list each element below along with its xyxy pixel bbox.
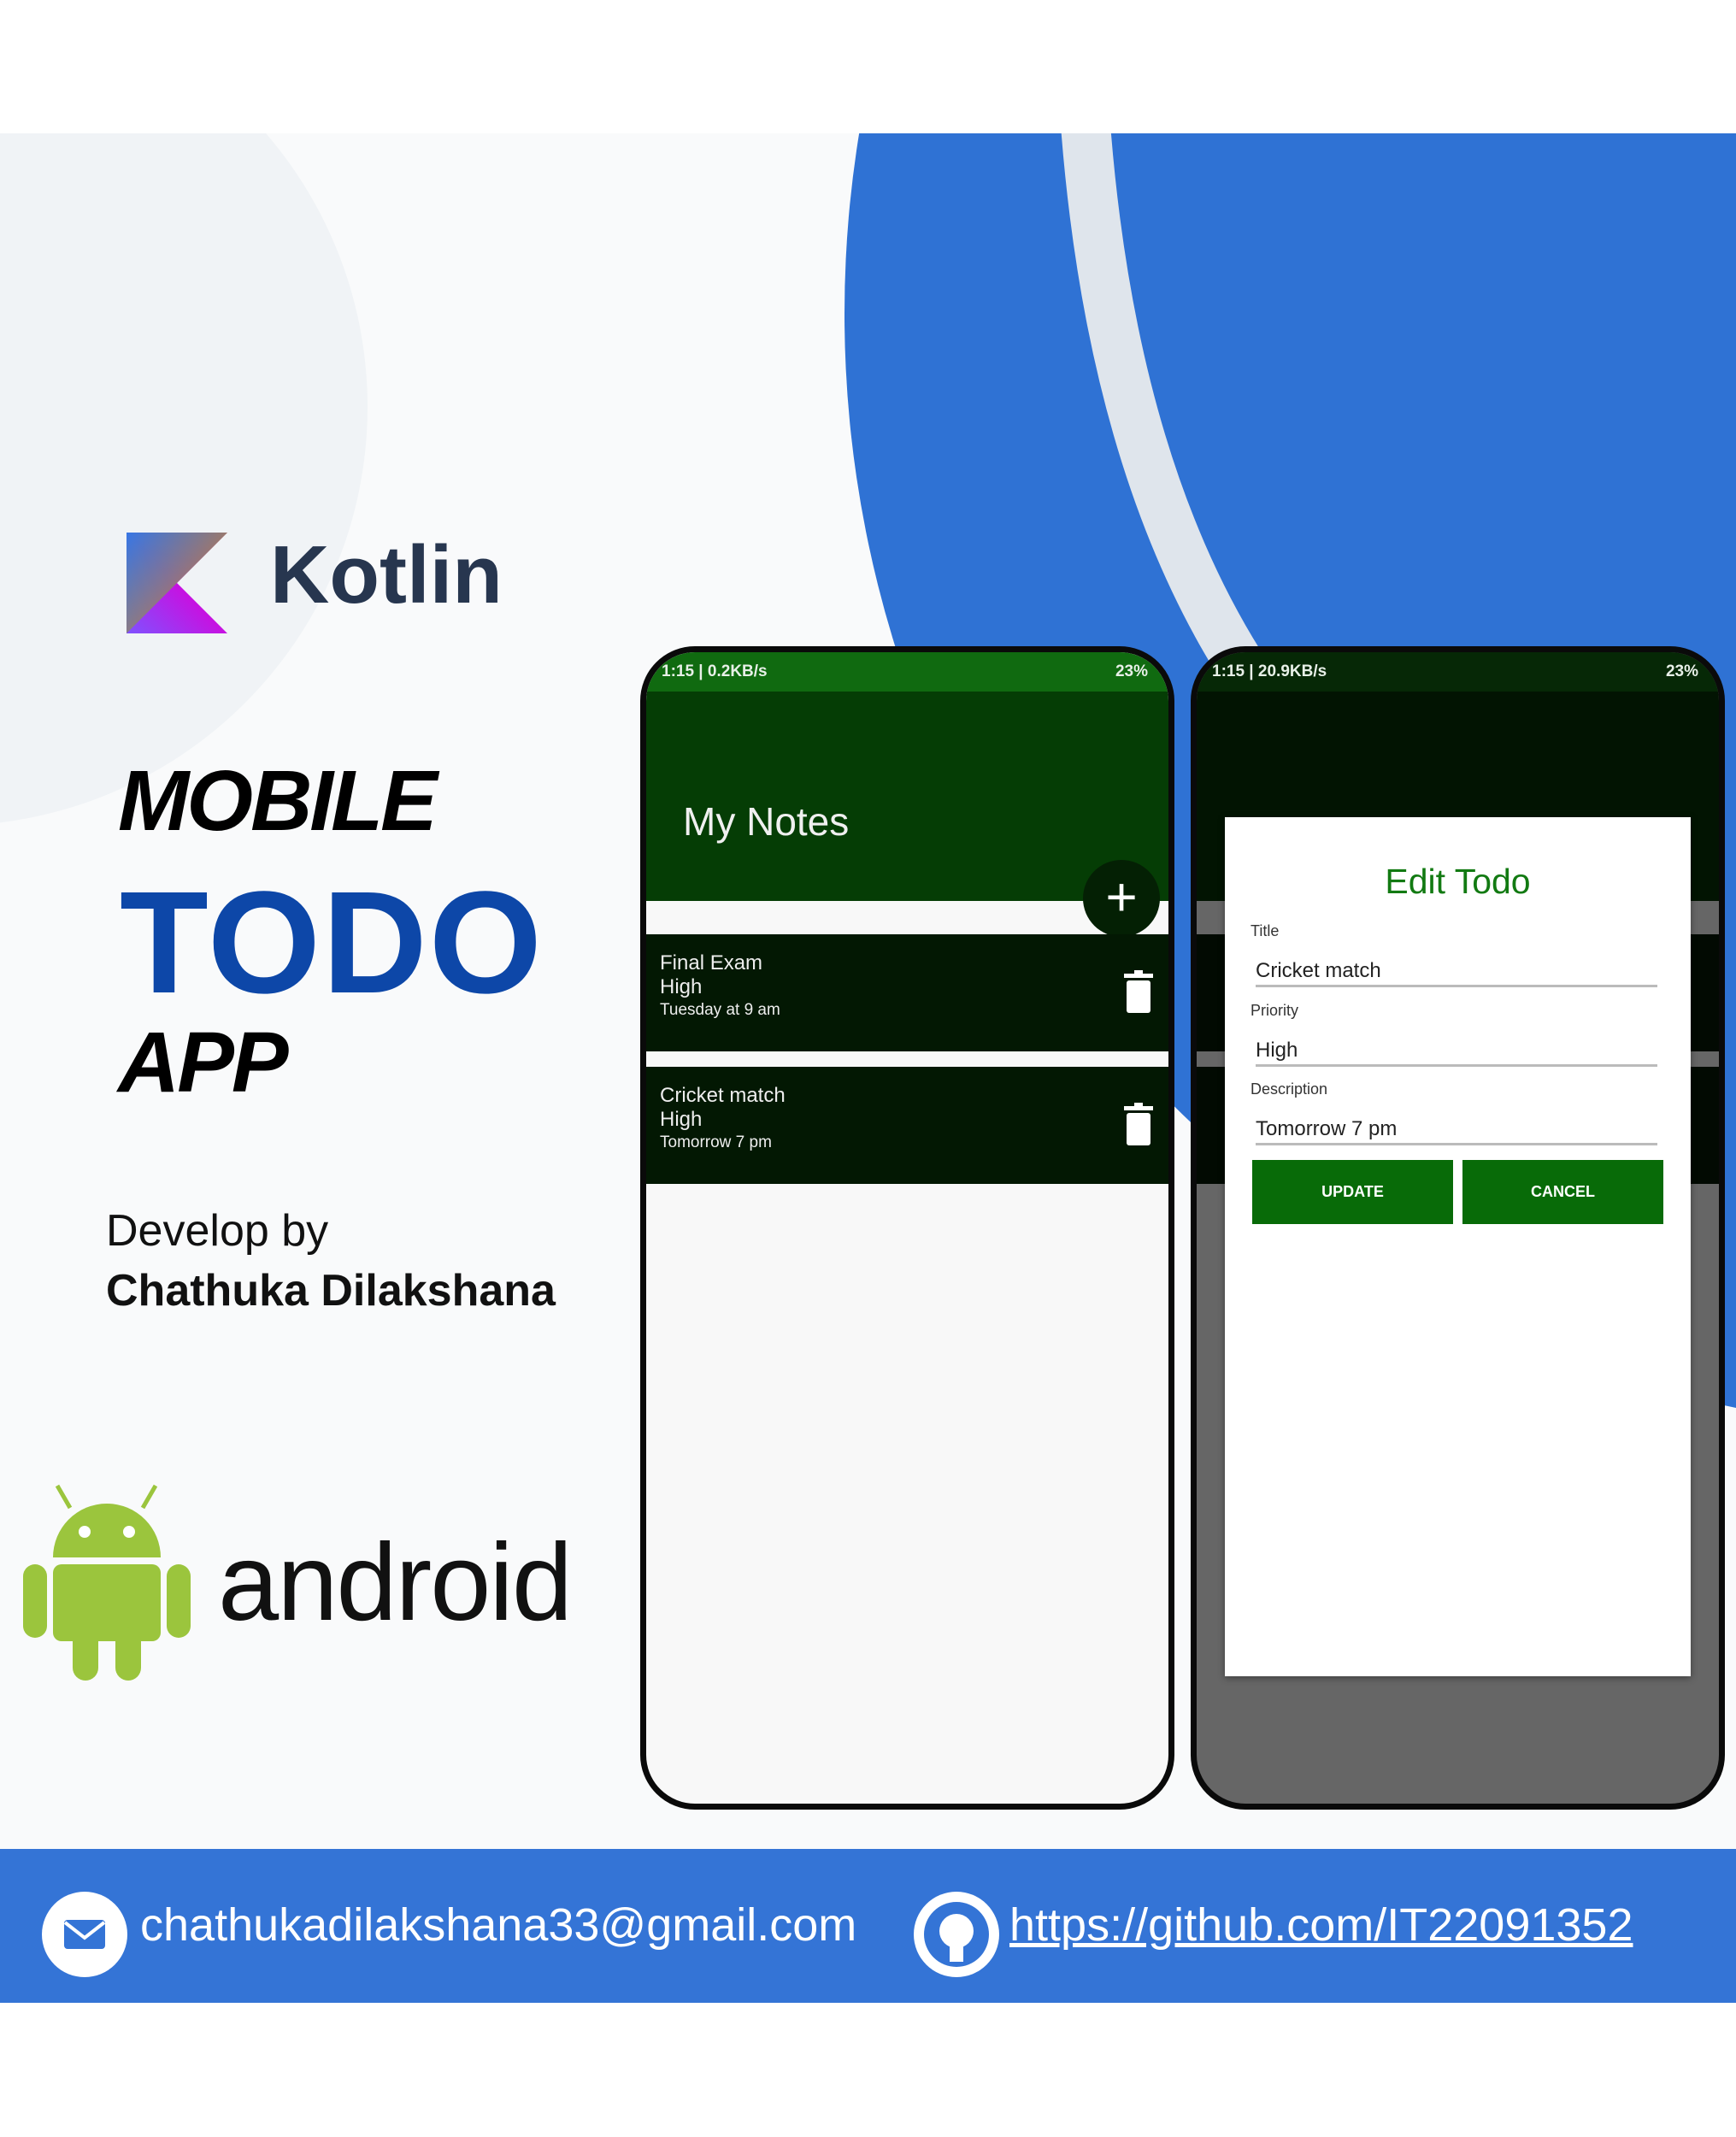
description-input[interactable]: Tomorrow 7 pm <box>1256 1117 1397 1141</box>
app-bar: My Notes <box>646 692 1168 901</box>
priority-label: Priority <box>1251 1002 1299 1019</box>
note-title: Final Exam <box>660 951 763 974</box>
priority-underline <box>1256 1064 1657 1067</box>
plus-icon: + <box>1105 866 1138 927</box>
kotlin-logo-icon <box>127 533 227 633</box>
note-description: Tuesday at 9 am <box>660 1001 780 1019</box>
note-card[interactable]: Cricket match High Tomorrow 7 pm <box>646 1067 1168 1184</box>
status-left: 1:15 | 20.9KB/s <box>1212 662 1327 680</box>
android-robot-icon <box>23 1484 191 1681</box>
email-link[interactable]: chathukadilakshana33@gmail.com <box>140 1899 856 1952</box>
heading-app: APP <box>118 1015 289 1110</box>
add-note-fab[interactable]: + <box>1083 860 1160 937</box>
title-label: Title <box>1251 922 1280 939</box>
status-bar: 1:15 | 20.9KB/s 23% <box>1197 652 1719 692</box>
dialog-title: Edit Todo <box>1385 862 1531 901</box>
status-right: 23% <box>1665 662 1698 680</box>
note-priority: High <box>660 1108 703 1131</box>
developer-name: Chathuka Dilakshana <box>106 1266 556 1316</box>
cancel-button[interactable]: CANCEL <box>1462 1160 1663 1224</box>
status-bar: 1:15 | 0.2KB/s 23% <box>646 652 1168 692</box>
title-underline <box>1256 985 1657 987</box>
develop-by-label: Develop by <box>106 1206 329 1256</box>
priority-input[interactable]: High <box>1256 1039 1298 1063</box>
heading-mobile: MOBILE <box>118 753 438 849</box>
heading-todo: TODO <box>120 862 544 1024</box>
phone-notes-list: 1:15 | 0.2KB/s 23% My Notes + Final Exam… <box>640 646 1174 1810</box>
github-link[interactable]: https://github.com/IT22091352 <box>1009 1899 1633 1952</box>
note-description: Tomorrow 7 pm <box>660 1133 772 1151</box>
github-icon <box>914 1892 999 1977</box>
kotlin-label: Kotlin <box>270 529 503 621</box>
update-button[interactable]: UPDATE <box>1252 1160 1453 1224</box>
note-title: Cricket match <box>660 1084 786 1107</box>
footer: chathukadilakshana33@gmail.com https://g… <box>0 1849 1736 2003</box>
status-left: 1:15 | 0.2KB/s <box>662 662 768 680</box>
note-card[interactable]: Final Exam High Tuesday at 9 am <box>646 934 1168 1051</box>
note-priority: High <box>660 975 703 998</box>
android-wordmark: android <box>218 1522 573 1644</box>
description-label: Description <box>1251 1080 1328 1098</box>
trash-icon[interactable] <box>1124 1103 1153 1145</box>
title-input[interactable]: Cricket match <box>1256 959 1381 983</box>
app-title: My Notes <box>683 799 850 844</box>
light-circle <box>0 133 368 823</box>
description-underline <box>1256 1143 1657 1145</box>
status-right: 23% <box>1115 662 1148 680</box>
phone-edit-dialog: 1:15 | 20.9KB/s 23% Edit Todo Title Cric… <box>1191 646 1725 1810</box>
mail-icon <box>42 1892 127 1977</box>
trash-icon[interactable] <box>1124 970 1153 1013</box>
edit-todo-dialog: Edit Todo Title Cricket match Priority H… <box>1225 817 1691 1676</box>
